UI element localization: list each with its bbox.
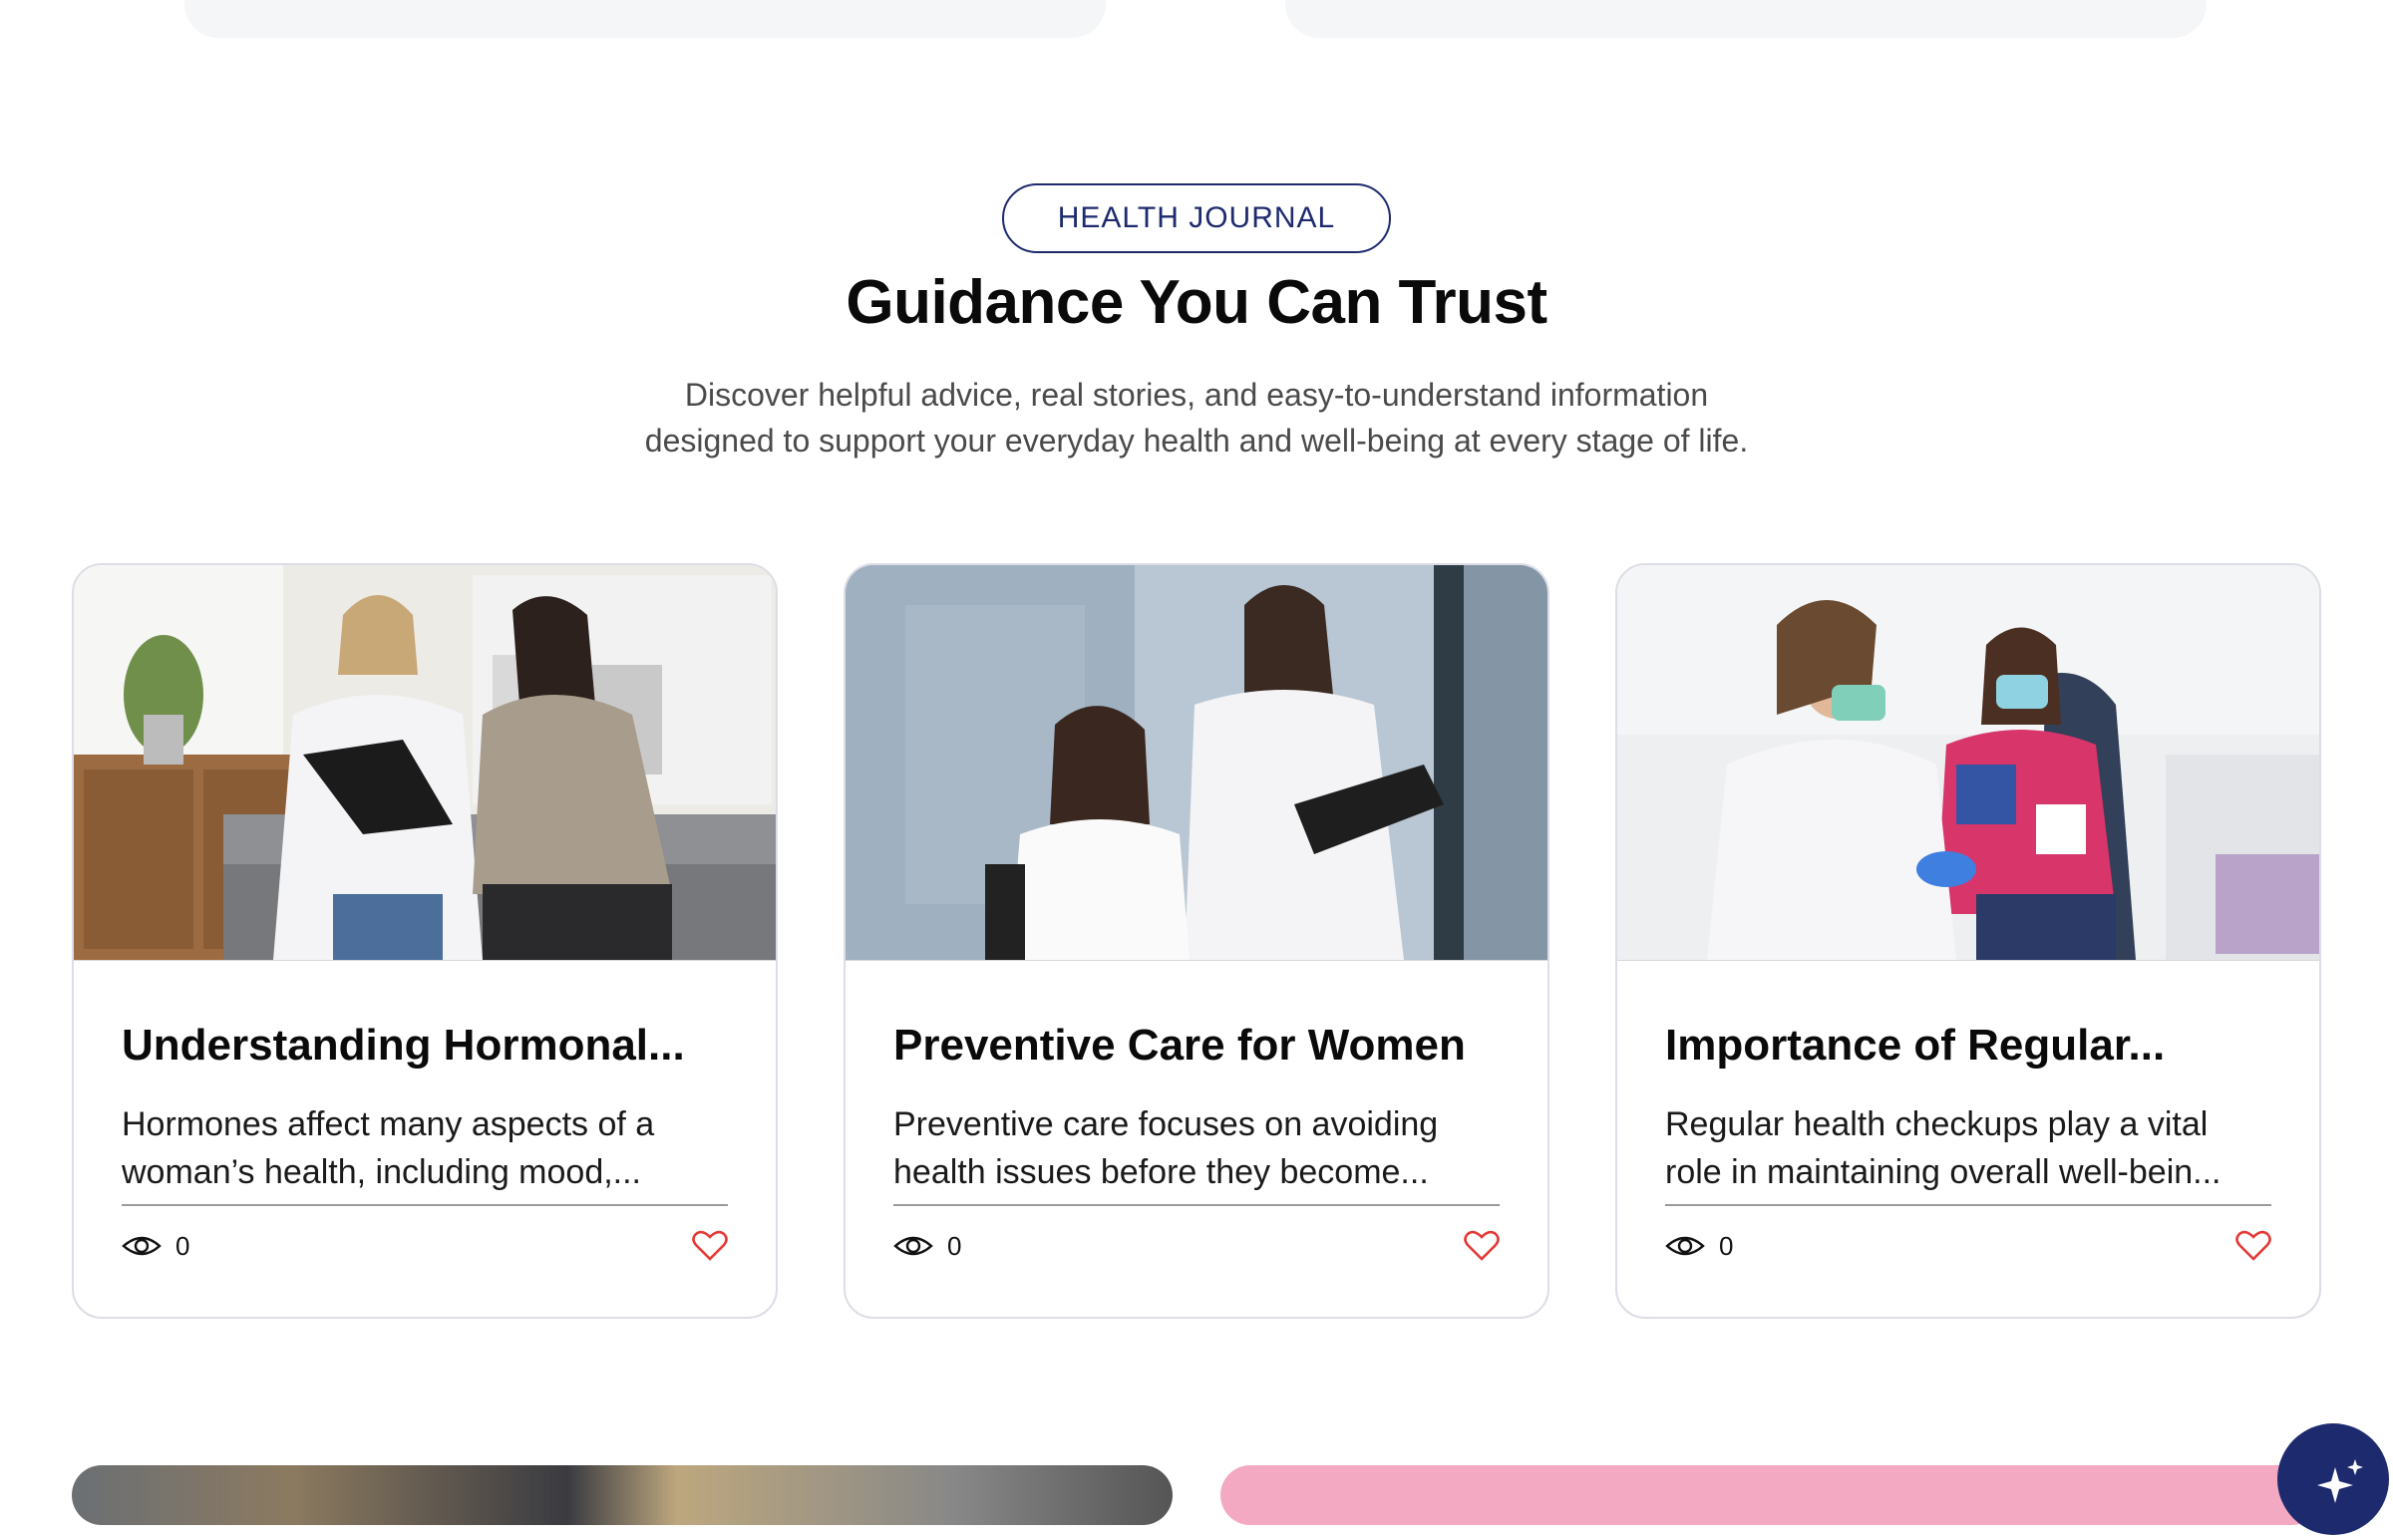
heart-icon[interactable] [1464,1230,1500,1262]
eye-icon [122,1236,162,1256]
view-count: 0 [1665,1231,1733,1262]
eye-icon [1665,1236,1705,1256]
article-title[interactable]: Understanding Hormonal... [122,1021,728,1071]
article-meta: 0 [1665,1230,2271,1262]
article-excerpt: Regular health checkups play a vital rol… [1665,1100,2271,1206]
health-journal-header: HEALTH JOURNAL Guidance You Can Trust Di… [0,183,2393,463]
sparkle-icon [2317,1459,2363,1503]
view-count: 0 [893,1231,961,1262]
article-card[interactable]: Preventive Care for Women Preventive car… [844,563,1549,1319]
article-excerpt: Preventive care focuses on avoiding heal… [893,1100,1500,1206]
assistant-button[interactable] [2277,1423,2389,1535]
article-card[interactable]: Importance of Regular... Regular health … [1615,563,2321,1319]
article-image[interactable] [1617,565,2319,961]
heart-icon[interactable] [692,1230,728,1262]
view-count-value: 0 [1719,1230,1734,1261]
article-image[interactable] [74,565,776,961]
article-image[interactable] [846,565,1547,961]
view-count-value: 0 [947,1230,962,1261]
blood-test-photo [1617,565,2319,960]
article-title[interactable]: Importance of Regular... [1665,1021,2271,1071]
view-count-value: 0 [175,1230,190,1261]
article-meta: 0 [122,1230,728,1262]
article-meta: 0 [893,1230,1500,1262]
section-title: Guidance You Can Trust [846,268,1547,337]
section-subtitle: Discover helpful advice, real stories, a… [644,377,1749,459]
previous-section-card-right [1285,0,2207,38]
article-excerpt: Hormones affect many aspects of a woman’… [122,1100,728,1206]
article-card[interactable]: Understanding Hormonal... Hormones affec… [72,563,778,1319]
eye-icon [893,1236,933,1256]
view-count: 0 [122,1231,189,1262]
next-section-image-card [72,1465,1173,1525]
doctor-patient-photo [846,565,1547,960]
next-section-promo-card [1220,1465,2321,1525]
previous-section-card-left [184,0,1106,38]
article-title[interactable]: Preventive Care for Women [893,1021,1500,1071]
section-badge: HEALTH JOURNAL [1001,183,1392,253]
heart-icon[interactable] [2235,1230,2271,1262]
doctor-consultation-photo [74,565,776,960]
